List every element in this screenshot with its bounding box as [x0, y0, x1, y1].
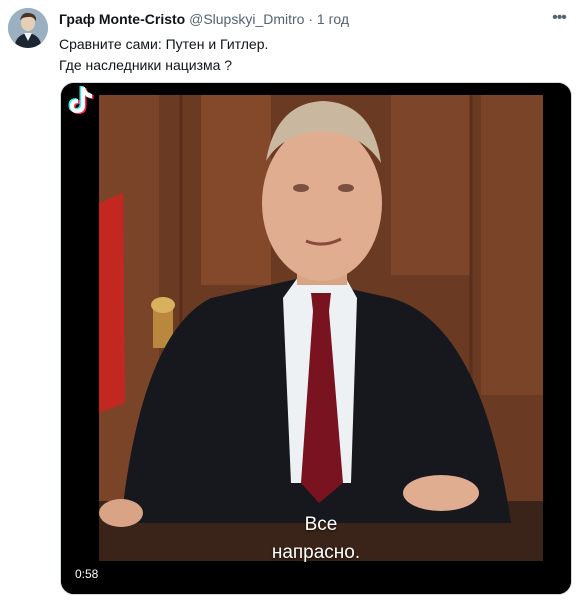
- timestamp[interactable]: 1 год: [317, 11, 349, 27]
- ellipsis-icon: •••: [552, 9, 567, 26]
- video-player[interactable]: Все напрасно. 0:58: [60, 82, 572, 595]
- tweet-text-line-1: Сравните сами: Путен и Гитлер.: [59, 36, 269, 52]
- more-options-button[interactable]: •••: [549, 10, 569, 26]
- separator-dot: ·: [308, 11, 314, 27]
- author-handle[interactable]: @Slupskyi_Dmitro: [189, 11, 304, 27]
- avatar[interactable]: [8, 8, 48, 48]
- tiktok-logo-icon: [68, 86, 94, 114]
- author-name[interactable]: Граф Monte-Cristo: [59, 11, 185, 27]
- video-caption-line-1: Все: [304, 514, 338, 535]
- video-caption-line-2: напрасно.: [271, 542, 361, 563]
- tweet: Граф Monte-Cristo @Slupskyi_Dmitro · 1 г…: [0, 0, 583, 600]
- video-duration: 0:58: [71, 565, 103, 583]
- avatar-portrait: [8, 8, 48, 48]
- tweet-header: Граф Monte-Cristo @Slupskyi_Dmitro · 1 г…: [59, 10, 543, 28]
- tweet-text-line-2: Где наследники нацизма ?: [59, 57, 233, 73]
- tweet-text: Сравните сами: Путен и Гитлер. Где насле…: [59, 34, 567, 76]
